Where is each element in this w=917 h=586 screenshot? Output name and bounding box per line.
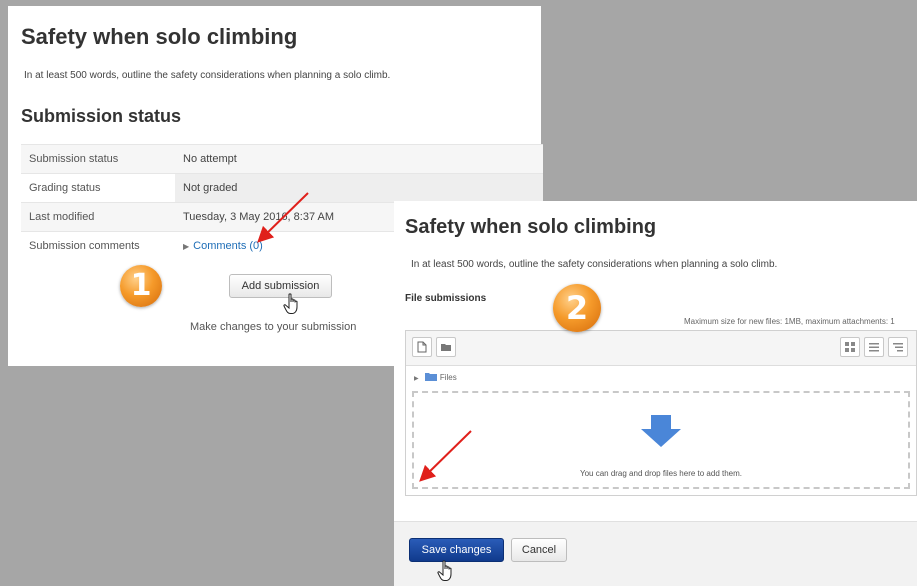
save-changes-button[interactable]: Save changes bbox=[409, 538, 504, 562]
add-file-button[interactable] bbox=[412, 337, 432, 357]
row-label: Grading status bbox=[21, 173, 175, 203]
icon-view-icon bbox=[845, 342, 855, 352]
row-label: Submission status bbox=[21, 144, 175, 174]
add-file-icon bbox=[417, 341, 427, 353]
table-row: Grading status Not graded bbox=[21, 173, 543, 203]
table-row: Submission status No attempt bbox=[21, 144, 543, 174]
row-label: Last modified bbox=[21, 202, 175, 232]
download-arrow-icon bbox=[641, 415, 681, 447]
add-submission-button[interactable]: Add submission bbox=[229, 274, 332, 298]
file-submissions-label: File submissions bbox=[405, 293, 487, 304]
expand-triangle-icon: ▶ bbox=[414, 376, 419, 382]
row-value: Not graded bbox=[175, 173, 543, 203]
hand-cursor-icon bbox=[437, 560, 452, 581]
file-manager-toolbar bbox=[406, 331, 916, 366]
page-title: Safety when solo climbing bbox=[21, 24, 298, 49]
files-path-label: Files bbox=[439, 373, 457, 382]
row-label: Submission comments bbox=[21, 231, 175, 260]
tree-view-button[interactable] bbox=[888, 337, 908, 357]
section-heading: Submission status bbox=[21, 106, 182, 126]
row-value: No attempt bbox=[175, 144, 543, 174]
folder-icon bbox=[424, 373, 437, 381]
file-manager: ▶ Files You can drag and drop files here… bbox=[405, 330, 917, 496]
tree-view-icon bbox=[893, 343, 903, 352]
step-one-badge: 1 bbox=[120, 265, 162, 307]
list-view-button[interactable] bbox=[864, 337, 884, 357]
list-view-icon bbox=[869, 343, 879, 352]
create-folder-icon bbox=[441, 344, 451, 351]
create-folder-button[interactable] bbox=[436, 337, 456, 357]
hand-cursor-icon bbox=[283, 293, 298, 314]
icon-view-button[interactable] bbox=[840, 337, 860, 357]
assignment-description: In at least 500 words, outline the safet… bbox=[24, 70, 391, 81]
files-breadcrumb[interactable]: ▶ Files bbox=[414, 372, 457, 382]
max-size-note: Maximum size for new files: 1MB, maximum… bbox=[684, 317, 895, 326]
comments-link[interactable]: Comments (0) bbox=[193, 240, 263, 252]
assignment-description: In at least 500 words, outline the safet… bbox=[411, 259, 778, 270]
cancel-button[interactable]: Cancel bbox=[511, 538, 567, 562]
page-title: Safety when solo climbing bbox=[405, 216, 657, 238]
drop-hint-text: You can drag and drop files here to add … bbox=[579, 469, 743, 478]
file-submission-panel: Safety when solo climbing In at least 50… bbox=[394, 201, 917, 586]
expand-triangle-icon[interactable]: ▶ bbox=[183, 242, 189, 251]
drop-zone[interactable]: You can drag and drop files here to add … bbox=[412, 391, 910, 489]
make-changes-hint: Make changes to your submission bbox=[190, 321, 357, 333]
step-two-badge: 2 bbox=[553, 284, 601, 332]
